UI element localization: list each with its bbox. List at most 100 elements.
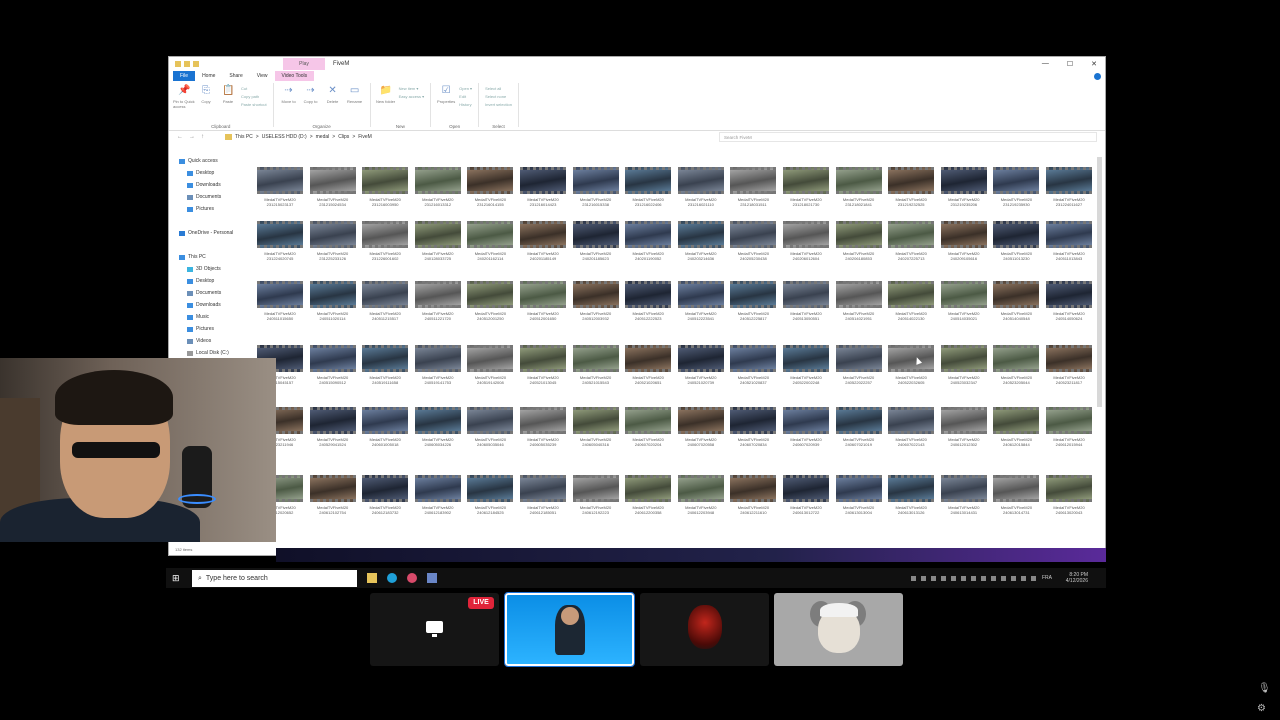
nav-item-documents[interactable]: Documents bbox=[169, 287, 251, 299]
maximize-button[interactable]: ☐ bbox=[1067, 60, 1073, 68]
video-file-thumbnail[interactable]: MedalTVFiveM20 231226001602 bbox=[360, 221, 410, 269]
video-file-thumbnail[interactable]: MedalTVFiveM20 240523205044 bbox=[991, 345, 1041, 393]
video-file-thumbnail[interactable]: MedalTVFiveM20 240613012722 bbox=[781, 475, 831, 523]
breadcrumb-item[interactable]: This PC bbox=[235, 134, 253, 140]
video-file-thumbnail[interactable]: MedalTVFiveM20 240529041524 bbox=[308, 407, 358, 455]
video-file-thumbnail[interactable]: MedalTVFiveM20 240511015650 bbox=[255, 281, 305, 329]
ribbon-button[interactable]: ⎘ Copy bbox=[195, 85, 217, 127]
video-file-thumbnail[interactable]: MedalTVFiveM20 240612184525 bbox=[465, 475, 515, 523]
steam-icon[interactable] bbox=[427, 573, 437, 583]
video-file-thumbnail[interactable]: MedalTVFiveM20 240201185149 bbox=[518, 221, 568, 269]
ribbon-button[interactable]: ⇢ Move to bbox=[278, 85, 300, 127]
video-file-thumbnail[interactable]: MedalTVFiveM20 240512223541 bbox=[676, 281, 726, 329]
app-icon[interactable] bbox=[407, 573, 417, 583]
breadcrumb-item[interactable]: FiveM bbox=[358, 134, 372, 140]
video-file-thumbnail[interactable]: MedalTVFiveM20 240607020939 bbox=[781, 407, 831, 455]
video-file-thumbnail[interactable]: MedalTVFiveM20 240207225713 bbox=[886, 221, 936, 269]
video-file-thumbnail[interactable]: MedalTVFiveM20 240514050624 bbox=[1044, 281, 1094, 329]
video-file-thumbnail[interactable]: MedalTVFiveM20 240522022257 bbox=[834, 345, 884, 393]
breadcrumb[interactable]: This PC > USELESS HDD (D:) > medal > Clips > Fiv… bbox=[225, 132, 709, 142]
forward-icon[interactable]: → bbox=[189, 134, 195, 140]
ribbon-button[interactable]: ⇢ Copy to bbox=[300, 85, 322, 127]
help-icon[interactable] bbox=[1094, 72, 1101, 80]
video-file-thumbnail[interactable]: MedalTVFiveM20 240523211817 bbox=[1044, 345, 1094, 393]
video-file-thumbnail[interactable]: MedalTVFiveM20 240128033725 bbox=[413, 221, 463, 269]
language-indicator[interactable]: FRA bbox=[1042, 575, 1052, 581]
video-file-thumbnail[interactable]: MedalTVFiveM20 240206012604 bbox=[781, 221, 831, 269]
nav-item-pictures[interactable]: Pictures bbox=[169, 203, 251, 215]
tab-share[interactable]: Share bbox=[222, 71, 249, 81]
video-file-thumbnail[interactable]: MedalTVFiveM20 240514035021 bbox=[939, 281, 989, 329]
video-file-thumbnail[interactable]: MedalTVFiveM20 240521020837 bbox=[728, 345, 778, 393]
tab-home[interactable]: Home bbox=[195, 71, 222, 81]
ribbon-small-command[interactable]: Cut bbox=[241, 86, 267, 91]
participant-tile-user[interactable] bbox=[504, 592, 635, 667]
quick-access-toolbar[interactable] bbox=[175, 61, 199, 67]
video-file-thumbnail[interactable]: MedalTVFiveM20 231219232525 bbox=[886, 167, 936, 215]
video-file-thumbnail[interactable]: MedalTVFiveM20 240613014731 bbox=[991, 475, 1041, 523]
close-button[interactable]: ✕ bbox=[1091, 60, 1097, 68]
file-explorer-icon[interactable] bbox=[367, 573, 377, 583]
video-file-thumbnail[interactable]: MedalTVFiveM20 240521013045 bbox=[518, 345, 568, 393]
video-file-thumbnail[interactable]: MedalTVFiveM20 240205230438 bbox=[728, 221, 778, 269]
ribbon-small-command[interactable]: Copy path bbox=[241, 94, 267, 99]
vertical-scrollbar[interactable] bbox=[1097, 157, 1102, 407]
minimize-button[interactable]: — bbox=[1042, 60, 1049, 68]
ribbon-small-command[interactable]: Open ▾ bbox=[459, 86, 472, 91]
video-file-thumbnail[interactable]: MedalTVFiveM20 240512003932 bbox=[571, 281, 621, 329]
ribbon-small-command[interactable]: Paste shortcut bbox=[241, 102, 267, 107]
video-file-thumbnail[interactable]: MedalTVFiveM20 240511215517 bbox=[360, 281, 410, 329]
ribbon-button[interactable]: 📌 Pin to Quick access bbox=[173, 85, 195, 127]
video-file-thumbnail[interactable]: MedalTVFiveM20 231224020745 bbox=[255, 221, 305, 269]
video-file-thumbnail[interactable]: MedalTVFiveM20 240519111658 bbox=[360, 345, 410, 393]
video-file-thumbnail[interactable]: MedalTVFiveM20 231219235930 bbox=[991, 167, 1041, 215]
video-file-thumbnail[interactable]: MedalTVFiveM20 240203214636 bbox=[676, 221, 726, 269]
video-file-thumbnail[interactable]: MedalTVFiveM20 231216021110 bbox=[676, 167, 726, 215]
nav-item-3d-objects[interactable]: 3D Objects bbox=[169, 263, 251, 275]
edge-icon[interactable] bbox=[387, 573, 397, 583]
clock[interactable]: 8:20 PM 4/12/2026 bbox=[1066, 572, 1088, 584]
video-file-thumbnail[interactable]: MedalTVFiveM20 231218031511 bbox=[728, 167, 778, 215]
ribbon-small-command[interactable]: History bbox=[459, 102, 472, 107]
video-file-thumbnail[interactable]: MedalTVFiveM20 240613014431 bbox=[939, 475, 989, 523]
nav-item-onedrive-personal[interactable]: OneDrive - Personal bbox=[169, 227, 251, 239]
video-file-thumbnail[interactable]: MedalTVFiveM20 240519141753 bbox=[413, 345, 463, 393]
video-file-thumbnail[interactable]: MedalTVFiveM20 231216015338 bbox=[571, 167, 621, 215]
video-file-thumbnail[interactable]: MedalTVFiveM20 240522032605 bbox=[886, 345, 936, 393]
back-icon[interactable]: ← bbox=[177, 134, 183, 140]
video-file-thumbnail[interactable]: MedalTVFiveM20 240201185623 bbox=[571, 221, 621, 269]
ribbon-small-command[interactable]: Invert selection bbox=[485, 102, 512, 107]
video-file-thumbnail[interactable]: MedalTVFiveM20 240613020043 bbox=[1044, 475, 1094, 523]
tab-video-tools[interactable]: Video Tools bbox=[274, 71, 315, 81]
video-file-thumbnail[interactable]: MedalTVFiveM20 240513050551 bbox=[781, 281, 831, 329]
nav-item-music[interactable]: Music bbox=[169, 311, 251, 323]
video-file-thumbnail[interactable]: MedalTVFiveM20 240612211610 bbox=[728, 475, 778, 523]
video-file-thumbnail[interactable]: MedalTVFiveM20 240514022130 bbox=[886, 281, 936, 329]
video-file-thumbnail[interactable]: MedalTVFiveM20 240201162114 bbox=[465, 221, 515, 269]
video-file-thumbnail[interactable]: MedalTVFiveM20 240201190052 bbox=[623, 221, 673, 269]
video-file-thumbnail[interactable]: MedalTVFiveM20 240605035239 bbox=[518, 407, 568, 455]
nav-item-quick-access[interactable]: Quick access bbox=[169, 155, 251, 167]
nav-item-videos[interactable]: Videos bbox=[169, 335, 251, 347]
video-file-thumbnail[interactable]: MedalTVFiveM20 240512222523 bbox=[623, 281, 673, 329]
video-file-thumbnail[interactable]: MedalTVFiveM20 240612012302 bbox=[939, 407, 989, 455]
video-file-thumbnail[interactable]: MedalTVFiveM20 231216013312 bbox=[413, 167, 463, 215]
video-file-thumbnail[interactable]: MedalTVFiveM20 240206180853 bbox=[834, 221, 884, 269]
video-file-thumbnail[interactable]: MedalTVFiveM20 231218021841 bbox=[834, 167, 884, 215]
video-file-thumbnail[interactable]: MedalTVFiveM20 240607020558 bbox=[676, 407, 726, 455]
breadcrumb-item[interactable]: Clips bbox=[338, 134, 349, 140]
ribbon-small-command[interactable]: Edit bbox=[459, 94, 472, 99]
nav-item-documents[interactable]: Documents bbox=[169, 191, 251, 203]
video-file-thumbnail[interactable]: MedalTVFiveM20 240605040316 bbox=[571, 407, 621, 455]
video-file-thumbnail[interactable]: MedalTVFiveM20 240209105616 bbox=[939, 221, 989, 269]
system-tray-icons[interactable] bbox=[911, 575, 1036, 581]
video-file-thumbnail[interactable]: MedalTVFiveM20 240607020834 bbox=[728, 407, 778, 455]
video-file-thumbnail[interactable]: MedalTVFiveM20 240522002248 bbox=[781, 345, 831, 393]
video-file-thumbnail[interactable]: MedalTVFiveM20 240521020651 bbox=[623, 345, 673, 393]
video-file-thumbnail[interactable]: MedalTVFiveM20 240612015844 bbox=[991, 407, 1041, 455]
nav-item-downloads[interactable]: Downloads bbox=[169, 179, 251, 191]
video-file-thumbnail[interactable]: MedalTVFiveM20 240612102754 bbox=[308, 475, 358, 523]
video-file-thumbnail[interactable]: MedalTVFiveM20 240605034226 bbox=[413, 407, 463, 455]
video-file-thumbnail[interactable]: MedalTVFiveM20 231216014423 bbox=[518, 167, 568, 215]
video-file-thumbnail[interactable]: MedalTVFiveM20 240612192223 bbox=[571, 475, 621, 523]
